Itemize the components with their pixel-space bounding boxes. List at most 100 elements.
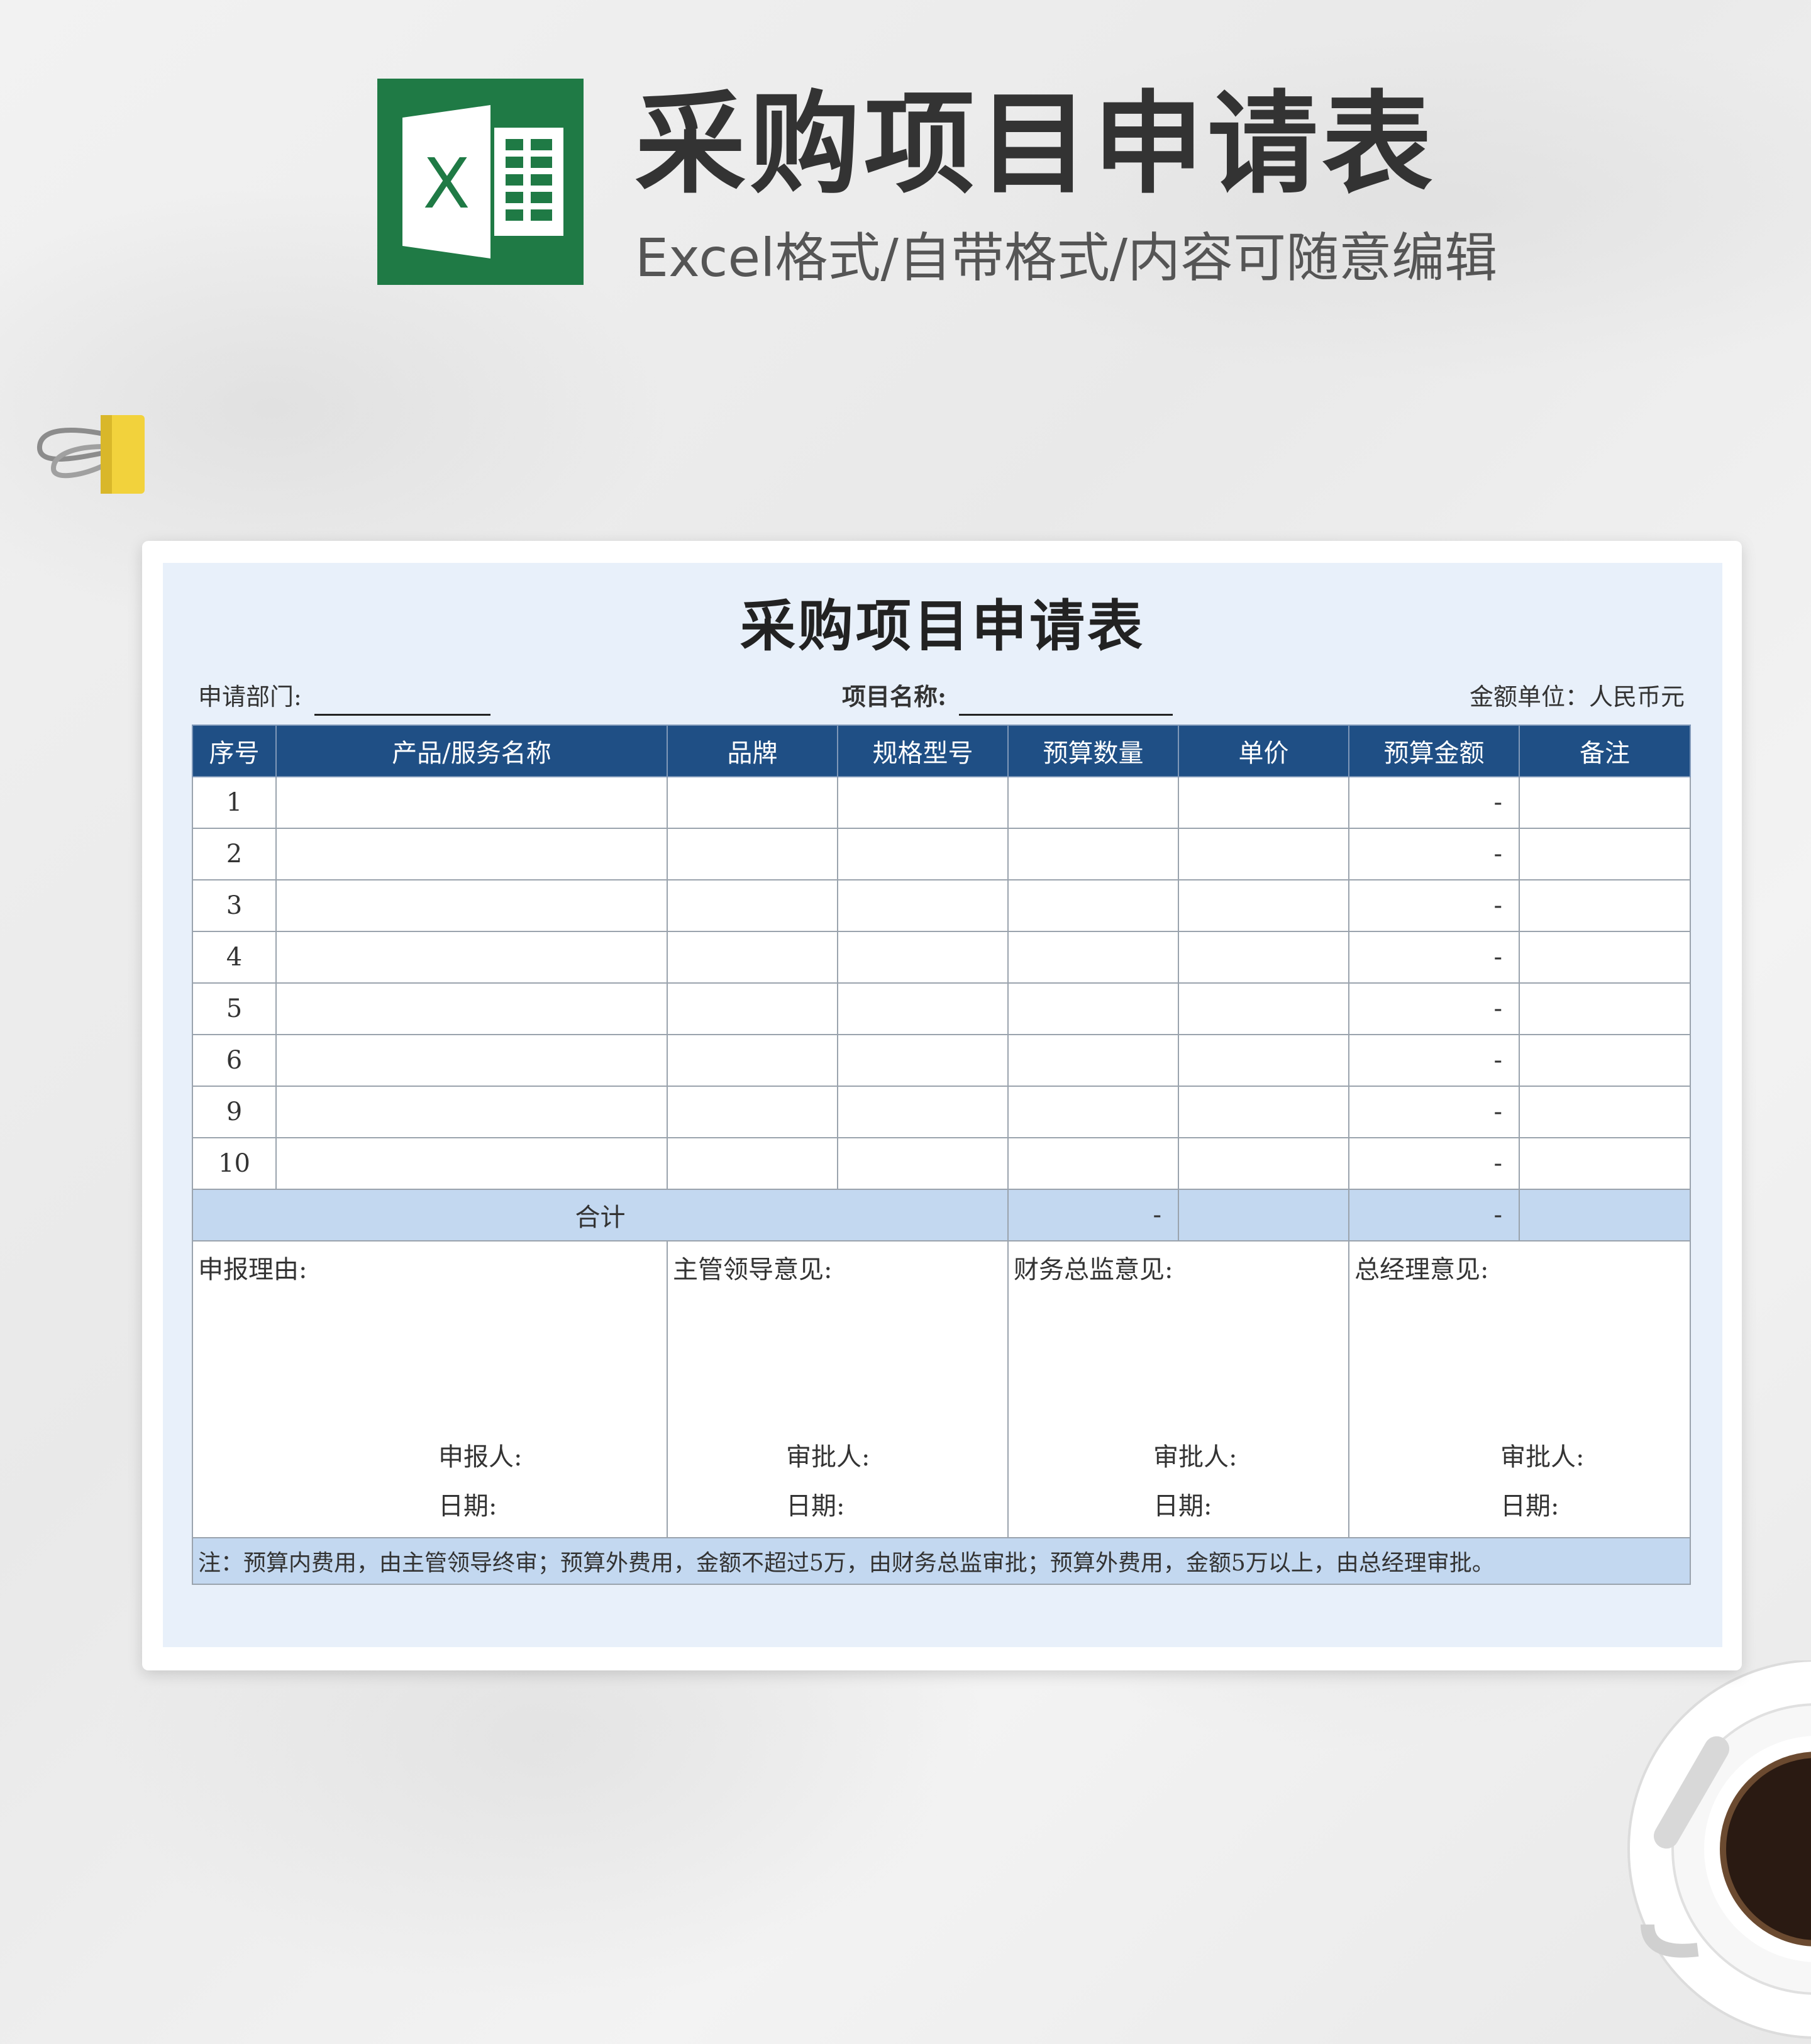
cell-remark[interactable] <box>1519 982 1691 1035</box>
cell-remark[interactable] <box>1519 1137 1691 1190</box>
purchase-table: 序号 产品/服务名称 品牌 规格型号 预算数量 单价 预算金额 备注 1 - 2 <box>192 725 1691 1585</box>
cell-product[interactable] <box>275 776 668 829</box>
total-label: 合计 <box>192 1189 1009 1241</box>
banner-subtitle: Excel格式/自带格式/内容可随意编辑 <box>635 227 1498 289</box>
note-text: 注：预算内费用，由主管领导终审；预算外费用，金额不超过5万，由财务总监审批；预算… <box>192 1537 1691 1585</box>
table-row: 1 - <box>192 776 1691 829</box>
opinion-label: 财务总监意见: <box>1014 1255 1173 1284</box>
cell-product[interactable] <box>275 982 668 1035</box>
opinion-gm[interactable]: 总经理意见: 审批人: 日期: <box>1348 1240 1691 1538</box>
signer-label: 审批人: <box>1153 1443 1238 1472</box>
cell-remark[interactable] <box>1519 776 1691 829</box>
cell-spec[interactable] <box>837 828 1009 880</box>
cell-brand[interactable] <box>667 828 838 880</box>
cell-amount[interactable]: - <box>1348 1086 1520 1138</box>
cell-qty[interactable] <box>1007 1034 1179 1087</box>
cell-brand[interactable] <box>667 1137 838 1190</box>
cell-remark[interactable] <box>1519 879 1691 932</box>
dept-field[interactable]: 申请部门: <box>198 678 490 716</box>
signer-label: 申报人: <box>438 1443 523 1472</box>
cell-brand[interactable] <box>667 1086 838 1138</box>
cell-price[interactable] <box>1178 879 1349 932</box>
form-title: 采购项目申请表 <box>739 593 1145 658</box>
cell-product[interactable] <box>275 931 668 984</box>
cell-amount[interactable]: - <box>1348 1137 1520 1190</box>
cell-price[interactable] <box>1178 982 1349 1035</box>
col-header-product: 产品/服务名称 <box>275 725 668 777</box>
cell-spec[interactable] <box>837 1086 1009 1138</box>
cell-spec[interactable] <box>837 879 1009 932</box>
cell-brand[interactable] <box>667 931 838 984</box>
project-field[interactable]: 项目名称: <box>842 678 1173 716</box>
signer-label: 审批人: <box>1500 1443 1585 1472</box>
cell-brand[interactable] <box>667 776 838 829</box>
opinion-supervisor[interactable]: 主管领导意见: 审批人: 日期: <box>667 1240 1009 1538</box>
cell-spec[interactable] <box>837 931 1009 984</box>
cell-product[interactable] <box>275 879 668 932</box>
total-row: 合计 - - <box>192 1189 1691 1241</box>
cell-remark[interactable] <box>1519 1034 1691 1087</box>
table-row: 2 - <box>192 828 1691 880</box>
cell-price[interactable] <box>1178 931 1349 984</box>
cell-product[interactable] <box>275 1034 668 1087</box>
row-no: 2 <box>192 828 277 880</box>
total-price <box>1178 1189 1349 1241</box>
cell-price[interactable] <box>1178 1086 1349 1138</box>
cell-remark[interactable] <box>1519 828 1691 880</box>
cell-price[interactable] <box>1178 1034 1349 1087</box>
opinion-reason[interactable]: 申报理由: 申报人: 日期: <box>192 1240 668 1538</box>
col-header-remark: 备注 <box>1519 725 1691 777</box>
row-no: 5 <box>192 982 277 1035</box>
cell-qty[interactable] <box>1007 982 1179 1035</box>
total-qty: - <box>1007 1189 1179 1241</box>
cell-amount[interactable]: - <box>1348 931 1520 984</box>
cell-remark[interactable] <box>1519 1086 1691 1138</box>
cell-amount[interactable]: - <box>1348 982 1520 1035</box>
project-blank[interactable] <box>959 682 1173 716</box>
cell-brand[interactable] <box>667 1034 838 1087</box>
cell-product[interactable] <box>275 828 668 880</box>
excel-logo-letter: X <box>423 143 470 224</box>
cell-price[interactable] <box>1178 1137 1349 1190</box>
cell-brand[interactable] <box>667 982 838 1035</box>
cell-qty[interactable] <box>1007 776 1179 829</box>
cell-amount[interactable]: - <box>1348 776 1520 829</box>
opinion-cfo[interactable]: 财务总监意见: 审批人: 日期: <box>1007 1240 1349 1538</box>
table-header-row: 序号 产品/服务名称 品牌 规格型号 预算数量 单价 预算金额 备注 <box>192 725 1691 777</box>
note-row: 注：预算内费用，由主管领导终审；预算外费用，金额不超过5万，由财务总监审批；预算… <box>192 1537 1691 1585</box>
cell-amount[interactable]: - <box>1348 828 1520 880</box>
cell-amount[interactable]: - <box>1348 879 1520 932</box>
cell-qty[interactable] <box>1007 931 1179 984</box>
col-header-price: 单价 <box>1178 725 1349 777</box>
table-row: 4 - <box>192 931 1691 984</box>
cell-spec[interactable] <box>837 776 1009 829</box>
col-header-brand: 品牌 <box>667 725 838 777</box>
table-row: 6 - <box>192 1034 1691 1087</box>
cell-amount[interactable]: - <box>1348 1034 1520 1087</box>
cell-product[interactable] <box>275 1086 668 1138</box>
row-no: 4 <box>192 931 277 984</box>
cell-qty[interactable] <box>1007 1086 1179 1138</box>
cell-qty[interactable] <box>1007 1137 1179 1190</box>
dept-label: 申请部门: <box>198 683 302 711</box>
opinion-label: 申报理由: <box>198 1255 307 1284</box>
cell-spec[interactable] <box>837 982 1009 1035</box>
dept-blank[interactable] <box>314 682 490 716</box>
cell-product[interactable] <box>275 1137 668 1190</box>
cell-brand[interactable] <box>667 879 838 932</box>
cell-remark[interactable] <box>1519 931 1691 984</box>
cell-spec[interactable] <box>837 1137 1009 1190</box>
cell-price[interactable] <box>1178 828 1349 880</box>
unit-label: 金额单位：人民币元 <box>1469 683 1685 711</box>
cell-qty[interactable] <box>1007 879 1179 932</box>
opinion-label: 主管领导意见: <box>673 1255 833 1284</box>
form-sheet: 采购项目申请表 申请部门: 项目名称: 金额单位：人民币元 序号 产品/服务名称… <box>163 563 1722 1647</box>
cell-price[interactable] <box>1178 776 1349 829</box>
signer-label: 审批人: <box>786 1443 870 1472</box>
table-row: 5 - <box>192 982 1691 1035</box>
cell-qty[interactable] <box>1007 828 1179 880</box>
cell-spec[interactable] <box>837 1034 1009 1087</box>
row-no: 10 <box>192 1137 277 1190</box>
table-row: 10 - <box>192 1137 1691 1190</box>
total-remark <box>1519 1189 1691 1241</box>
